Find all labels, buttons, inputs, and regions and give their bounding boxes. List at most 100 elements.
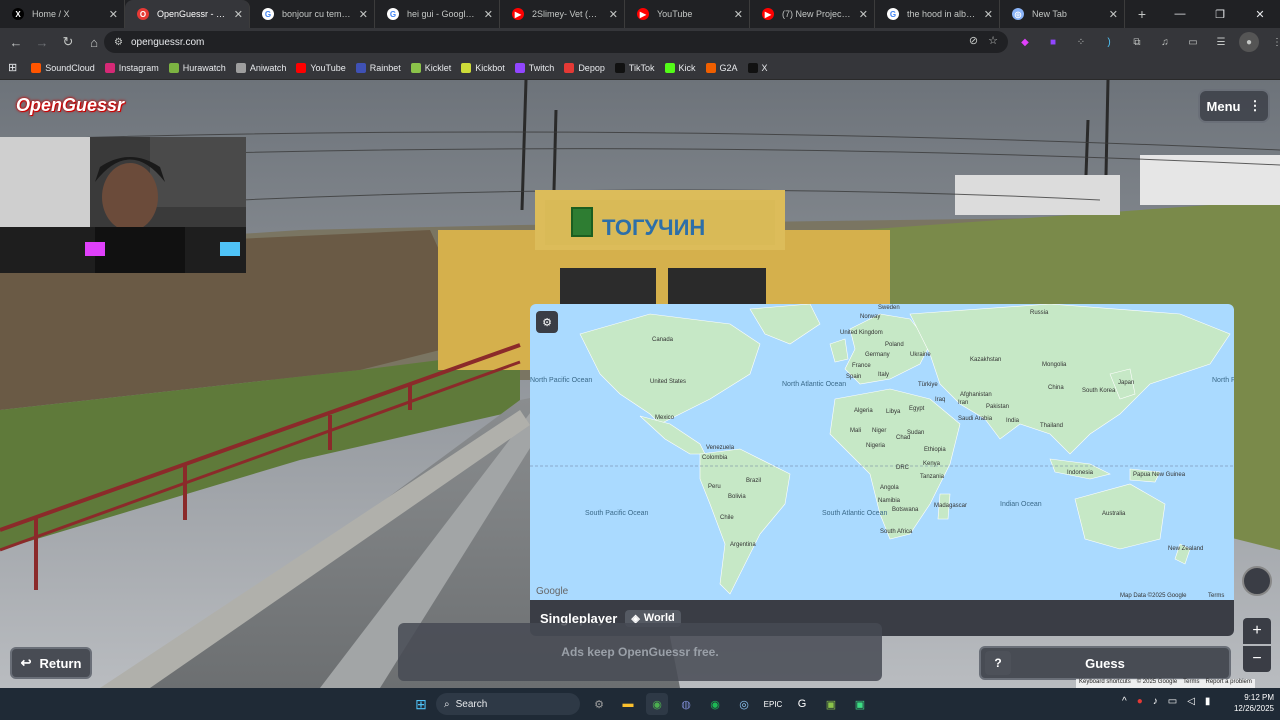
address-bar[interactable]: ⚙ openguessr.com ⊘ ☆ <box>104 31 1008 53</box>
close-tab-icon[interactable]: ✕ <box>734 8 743 21</box>
spotify-icon[interactable]: ◉ <box>704 693 726 715</box>
tab-3[interactable]: Ghei gui - Google Searc ✕ <box>375 0 500 28</box>
report-problem-link[interactable]: Report a problem <box>1206 679 1252 688</box>
minimize-button[interactable]: — <box>1160 0 1200 28</box>
return-button[interactable]: ↩ Return <box>10 647 92 679</box>
map-label: Mongolia <box>1042 362 1067 368</box>
close-tab-icon[interactable]: ✕ <box>359 8 368 21</box>
file-explorer-icon[interactable]: ▬ <box>617 693 639 715</box>
tray-overflow-icon[interactable]: ^ <box>1122 696 1127 707</box>
close-tab-icon[interactable]: ✕ <box>484 8 493 21</box>
close-tab-icon[interactable]: ✕ <box>1109 8 1118 21</box>
tab-8[interactable]: ◎ New Tab ✕ <box>1000 0 1125 28</box>
close-tab-icon[interactable]: ✕ <box>234 8 243 21</box>
close-tab-icon[interactable]: ✕ <box>109 8 118 21</box>
bookmark-rainbet[interactable]: Rainbet <box>355 62 401 73</box>
tab-6[interactable]: ▶ (7) New Project by gu ✕ <box>750 0 875 28</box>
bookmark-depop[interactable]: Depop <box>564 62 605 73</box>
map-label: Türkiye <box>918 382 938 388</box>
bookmark-youtube[interactable]: YouTube <box>296 62 346 73</box>
tray-app-icon[interactable]: ● <box>1137 696 1143 707</box>
discord-icon[interactable]: ◍ <box>675 693 697 715</box>
extensions-puzzle-icon[interactable]: ⧉ <box>1127 32 1147 52</box>
menu-button[interactable]: Menu ⋮ <box>1198 89 1270 123</box>
sign-text: ТОГУЧИН <box>602 215 705 240</box>
chrome-icon[interactable]: ◉ <box>646 693 668 715</box>
camera-blocked-icon[interactable]: ⊘ <box>969 34 978 47</box>
keyboard-shortcuts-link[interactable]: Keyboard shortcuts <box>1079 679 1131 688</box>
bookmarks-bar: ⊞ SoundCloud Instagram Hurawatch Aniwatch Yo… <box>0 56 1280 80</box>
bookmark-kickbot[interactable]: Kickbot <box>461 62 505 73</box>
bookmark-twitch[interactable]: Twitch <box>514 62 554 73</box>
bookmark-g2a[interactable]: G2A <box>705 62 738 73</box>
clock[interactable]: 9:12 PM 12/26/2025 <box>1226 692 1274 714</box>
tab-0[interactable]: X Home / X ✕ <box>0 0 125 28</box>
close-tab-icon[interactable]: ✕ <box>984 8 993 21</box>
settings-icon[interactable]: ⚙ <box>588 693 610 715</box>
bookmark-star-icon[interactable]: ☆ <box>988 34 998 47</box>
help-button[interactable]: ? <box>985 651 1011 675</box>
extension-shield-icon[interactable]: ◆ <box>1015 32 1035 52</box>
guess-bar: ? Guess <box>979 646 1231 680</box>
taskbar-search[interactable]: ⌕ Search <box>436 693 580 715</box>
map-label: France <box>852 363 871 369</box>
microphone-icon[interactable]: ♪ <box>1153 696 1158 707</box>
bookmark-instagram[interactable]: Instagram <box>104 62 159 73</box>
back-button[interactable]: ← <box>4 30 28 54</box>
map-terms-link[interactable]: Terms <box>1208 593 1224 599</box>
terms-link[interactable]: Terms <box>1183 679 1199 688</box>
new-tab-button[interactable]: + <box>1131 3 1153 25</box>
split-view-icon[interactable]: ▭ <box>1183 32 1203 52</box>
tab-title: 2Slimey- Vet (Official <box>532 9 603 19</box>
tab-1[interactable]: O OpenGuessr - Free ✕ <box>125 0 250 28</box>
openguessr-logo[interactable]: OpenGuessr <box>16 95 124 116</box>
bookmark-kicklet[interactable]: Kicklet <box>410 62 451 73</box>
compass-icon[interactable] <box>1242 566 1272 596</box>
bookmark-aniwatch[interactable]: Aniwatch <box>235 62 286 73</box>
tab-5[interactable]: ▶ YouTube ✕ <box>625 0 750 28</box>
windows-start-icon[interactable]: ⊞ <box>410 693 432 715</box>
close-tab-icon[interactable]: ✕ <box>859 8 868 21</box>
profile-avatar-icon[interactable]: ● <box>1239 32 1259 52</box>
tab-7[interactable]: Gthe hood in albania - ✕ <box>875 0 1000 28</box>
tab-2[interactable]: Gbonjour cu temav - Go ✕ <box>250 0 375 28</box>
steam-icon[interactable]: ◎ <box>733 693 755 715</box>
close-window-button[interactable]: ✕ <box>1240 0 1280 28</box>
tab-4[interactable]: ▶ 2Slimey- Vet (Official ✕ <box>500 0 625 28</box>
close-tab-icon[interactable]: ✕ <box>609 8 618 21</box>
extension-audio-icon[interactable]: ) <box>1099 32 1119 52</box>
google-icon: G <box>262 8 274 20</box>
bookmark-soundcloud[interactable]: SoundCloud <box>31 62 95 73</box>
battery-icon[interactable]: ▮ <box>1205 696 1211 707</box>
chrome-icon: ◎ <box>1012 8 1024 20</box>
zoom-out-button[interactable]: − <box>1243 646 1271 672</box>
volume-icon[interactable]: ◁ <box>1187 696 1195 707</box>
guess-button[interactable]: Guess <box>1011 656 1199 671</box>
map-label: Indian Ocean <box>1000 501 1042 508</box>
map-label: Norway <box>860 314 880 320</box>
browser-menu-icon[interactable]: ⋮ <box>1267 32 1280 52</box>
bookmark-kick[interactable]: Kick <box>664 62 696 73</box>
epic-games-icon[interactable]: EPIC <box>762 693 784 715</box>
nvidia-icon[interactable]: ▣ <box>820 693 842 715</box>
extension-twitch-icon[interactable]: ■ <box>1043 32 1063 52</box>
reload-button[interactable]: ↻ <box>56 30 80 54</box>
reading-list-icon[interactable]: ☰ <box>1211 32 1231 52</box>
network-icon[interactable]: ▭ <box>1168 696 1177 707</box>
bookmark-tiktok[interactable]: TikTok <box>614 62 655 73</box>
guess-map[interactable]: Canada United States Mexico Venezuela Colomb… <box>530 304 1234 600</box>
bookmark-hurawatch[interactable]: Hurawatch <box>168 62 226 73</box>
map-label: Papua New Guinea <box>1133 472 1186 478</box>
zoom-in-button[interactable]: + <box>1243 618 1271 644</box>
app-green-icon[interactable]: ▣ <box>849 693 871 715</box>
extension-dots-icon[interactable]: ⁘ <box>1071 32 1091 52</box>
apps-grid-icon[interactable]: ⊞ <box>8 61 17 74</box>
site-info-icon[interactable]: ⚙ <box>114 37 123 48</box>
home-button[interactable]: ⌂ <box>82 30 106 54</box>
forward-button[interactable]: → <box>30 30 54 54</box>
bookmark-x[interactable]: X <box>747 62 768 73</box>
restore-button[interactable]: ❐ <box>1200 0 1240 28</box>
media-icon[interactable]: ♫ <box>1155 32 1175 52</box>
app-g-icon[interactable]: G <box>791 693 813 715</box>
map-settings-button[interactable]: ⚙ <box>536 311 558 333</box>
